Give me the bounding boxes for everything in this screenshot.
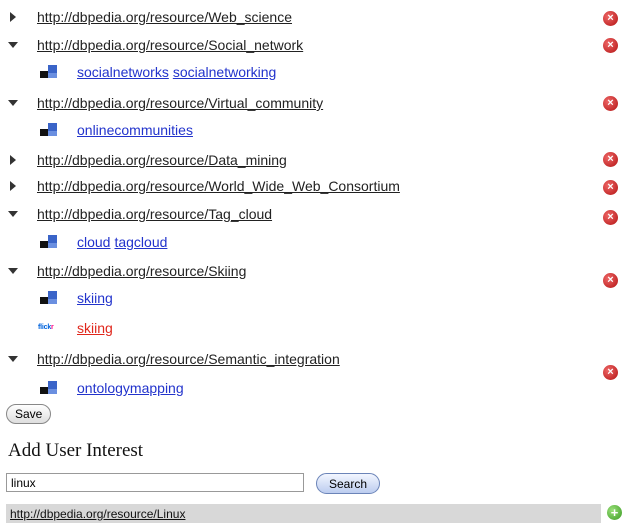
resource-row: http://dbpedia.org/resource/Social_netwo… <box>0 32 626 60</box>
resource-uri-link[interactable]: http://dbpedia.org/resource/World_Wide_W… <box>37 178 400 194</box>
delicious-icon <box>40 381 58 394</box>
tag-row: socialnetworks socialnetworking <box>0 58 600 86</box>
delete-icon[interactable]: × <box>603 11 618 26</box>
flickr-icon: flickr <box>38 324 54 331</box>
search-result-link[interactable]: http://dbpedia.org/resource/Linux <box>10 507 185 521</box>
delete-icon[interactable]: × <box>603 180 618 195</box>
tag-list: skiing <box>77 290 117 306</box>
tag-row: cloud tagcloud <box>0 228 600 256</box>
tag-link[interactable]: socialnetworking <box>173 64 277 80</box>
tag-list: ontologymapping <box>77 380 188 396</box>
resource-row: http://dbpedia.org/resource/Virtual_comm… <box>0 90 626 118</box>
delete-icon[interactable]: × <box>603 96 618 111</box>
delete-icon[interactable]: × <box>603 152 618 167</box>
resource-uri-link[interactable]: http://dbpedia.org/resource/Tag_cloud <box>37 206 272 222</box>
search-button[interactable]: Search <box>316 473 381 494</box>
tag-row: skiing <box>0 284 600 312</box>
tag-link[interactable]: tagcloud <box>114 234 167 250</box>
resource-uri-link[interactable]: http://dbpedia.org/resource/Skiing <box>37 263 246 279</box>
resource-row: http://dbpedia.org/resource/Semantic_int… <box>0 346 626 374</box>
tag-link[interactable]: socialnetworks <box>77 64 169 80</box>
triangle-right-icon[interactable] <box>10 155 16 165</box>
resource-row: http://dbpedia.org/resource/Web_science <box>0 4 626 32</box>
delicious-icon <box>40 65 58 78</box>
resource-row: http://dbpedia.org/resource/Skiing <box>0 258 626 286</box>
triangle-down-icon[interactable] <box>8 42 18 48</box>
resource-row: http://dbpedia.org/resource/Tag_cloud <box>0 201 626 229</box>
tag-link[interactable]: onlinecommunities <box>77 122 193 138</box>
delete-icon[interactable]: × <box>603 210 618 225</box>
tag-link[interactable]: skiing <box>77 320 113 336</box>
resource-row: http://dbpedia.org/resource/Data_mining <box>0 147 626 175</box>
triangle-down-icon[interactable] <box>8 268 18 274</box>
resource-uri-link[interactable]: http://dbpedia.org/resource/Social_netwo… <box>37 37 303 53</box>
resource-uri-link[interactable]: http://dbpedia.org/resource/Semantic_int… <box>37 351 340 367</box>
triangle-down-icon[interactable] <box>8 356 18 362</box>
tag-link[interactable]: cloud <box>77 234 110 250</box>
search-result-row: http://dbpedia.org/resource/Linux <box>6 504 601 523</box>
triangle-down-icon[interactable] <box>8 100 18 106</box>
add-interest-title: Add User Interest <box>8 440 144 461</box>
resource-uri-link[interactable]: http://dbpedia.org/resource/Data_mining <box>37 152 287 168</box>
tag-list: skiing <box>77 320 117 336</box>
triangle-right-icon[interactable] <box>10 12 16 22</box>
add-icon[interactable]: + <box>607 505 622 520</box>
delicious-icon <box>40 235 58 248</box>
resource-uri-link[interactable]: http://dbpedia.org/resource/Virtual_comm… <box>37 95 323 111</box>
resource-row: http://dbpedia.org/resource/World_Wide_W… <box>0 173 626 201</box>
delete-icon[interactable]: × <box>603 273 618 288</box>
delicious-icon <box>40 123 58 136</box>
triangle-down-icon[interactable] <box>8 211 18 217</box>
delete-icon[interactable]: × <box>603 38 618 53</box>
search-input[interactable] <box>6 473 304 492</box>
tag-row: onlinecommunities <box>0 116 600 144</box>
triangle-right-icon[interactable] <box>10 181 16 191</box>
delete-icon[interactable]: × <box>603 365 618 380</box>
tag-link[interactable]: ontologymapping <box>77 380 184 396</box>
tag-list: onlinecommunities <box>77 122 197 138</box>
tag-row: flickr skiing <box>0 314 600 342</box>
tag-row: ontologymapping <box>0 374 600 402</box>
tag-list: cloud tagcloud <box>77 234 171 250</box>
resource-uri-link[interactable]: http://dbpedia.org/resource/Web_science <box>37 9 292 25</box>
tag-link[interactable]: skiing <box>77 290 113 306</box>
save-button[interactable]: Save <box>6 404 52 424</box>
tag-list: socialnetworks socialnetworking <box>77 64 280 80</box>
delicious-icon <box>40 291 58 304</box>
